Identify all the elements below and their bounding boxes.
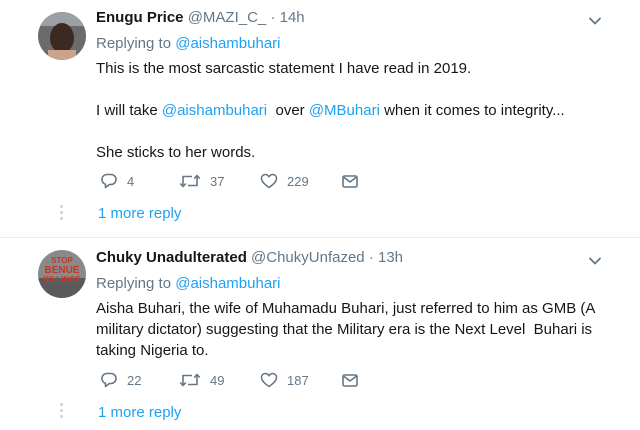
user-handle[interactable]: @ChukyUnfazed: [251, 249, 365, 266]
direct-message-button[interactable]: [341, 369, 359, 391]
user-handle[interactable]: @MAZI_C_: [188, 9, 267, 26]
like-icon: [260, 372, 278, 388]
display-name[interactable]: Enugu Price: [96, 9, 184, 26]
tweet-line: This is the most sarcastic statement I h…: [96, 60, 472, 77]
thread-connector: [60, 205, 64, 223]
tweet-line: I will take @aishambuhari over @MBuhari …: [96, 100, 596, 121]
tweet-header: Enugu Price @MAZI_C_ · 14h: [96, 8, 305, 28]
like-count: 187: [287, 372, 309, 388]
avatar-text: KILLINGS: [43, 275, 81, 284]
mention-link[interactable]: @aishambuhari: [175, 275, 280, 292]
retweet-count: 49: [210, 372, 225, 388]
replying-to: Replying to @aishambuhari: [96, 34, 281, 54]
mention-link[interactable]: @MBuhari: [309, 102, 380, 119]
like-button[interactable]: 187: [260, 369, 309, 391]
more-replies-link[interactable]: 1 more reply: [98, 205, 181, 222]
replying-to: Replying to @aishambuhari: [96, 274, 281, 294]
tweet-header: Chuky Unadulterated @ChukyUnfazed · 13h: [96, 248, 403, 268]
retweet-icon: [179, 373, 201, 387]
more-replies-link[interactable]: 1 more reply: [98, 404, 181, 421]
reply-count: 22: [127, 372, 142, 388]
avatar-text: STOP: [51, 256, 73, 265]
retweet-icon: [179, 174, 201, 188]
avatar[interactable]: [38, 12, 86, 60]
thread-connector: [60, 403, 64, 421]
text-fragment: over: [267, 102, 309, 119]
replying-to-label: Replying to: [96, 275, 176, 292]
tweet-text: Aisha Buhari, the wife of Muhamadu Buhar…: [96, 298, 596, 361]
chevron-down-icon[interactable]: [588, 254, 602, 268]
reply-icon: [101, 173, 117, 189]
direct-message-icon: [342, 374, 358, 387]
direct-message-button[interactable]: [341, 170, 359, 192]
reply-button[interactable]: 4: [100, 170, 134, 192]
timestamp[interactable]: 13h: [378, 249, 403, 266]
retweet-button[interactable]: 37: [179, 170, 224, 192]
display-name[interactable]: Chuky Unadulterated: [96, 249, 247, 266]
tweet-line: She sticks to her words.: [96, 144, 256, 161]
reply-icon: [101, 372, 117, 388]
retweet-button[interactable]: 49: [179, 369, 224, 391]
like-count: 229: [287, 173, 309, 189]
mention-link[interactable]: @aishambuhari: [162, 102, 267, 119]
reply-count: 4: [127, 173, 135, 189]
like-button[interactable]: 229: [260, 170, 309, 192]
like-icon: [260, 173, 278, 189]
reply-button[interactable]: 22: [100, 369, 141, 391]
text-fragment: I will take: [96, 102, 162, 119]
text-fragment: when it comes to integrity...: [379, 102, 565, 119]
mention-link[interactable]: @aishambuhari: [175, 35, 280, 52]
chevron-down-icon[interactable]: [588, 14, 602, 28]
tweet-chuky-unadulterated[interactable]: STOP BENUE KILLINGS Chuky Unadulterated …: [0, 238, 640, 430]
avatar[interactable]: STOP BENUE KILLINGS: [38, 250, 86, 298]
replying-to-label: Replying to: [96, 35, 176, 52]
separator-dot: ·: [368, 249, 374, 266]
tweet-line: Aisha Buhari, the wife of Muhamadu Buhar…: [96, 300, 599, 359]
direct-message-icon: [342, 175, 358, 188]
timestamp[interactable]: 14h: [280, 9, 305, 26]
tweet-text: This is the most sarcastic statement I h…: [96, 58, 596, 163]
retweet-count: 37: [210, 173, 225, 189]
separator-dot: ·: [270, 9, 276, 26]
tweet-enugu-price[interactable]: Enugu Price @MAZI_C_ · 14h Replying to @…: [0, 0, 640, 237]
